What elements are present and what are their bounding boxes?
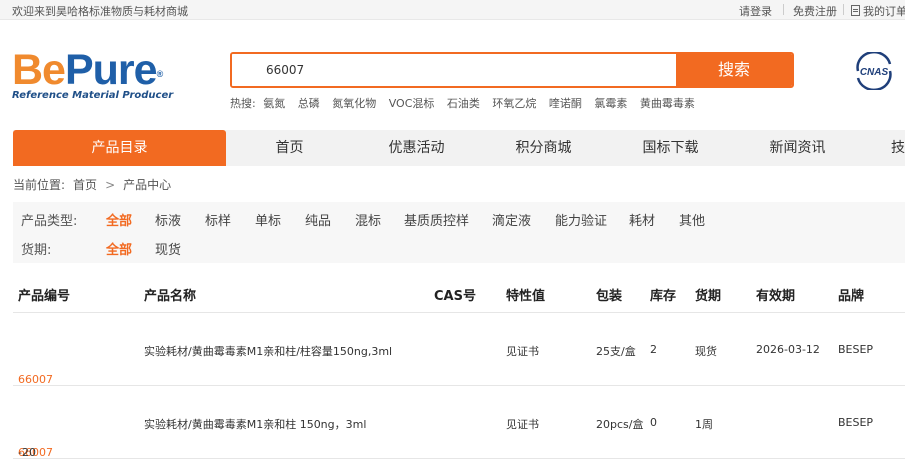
characteristic-value: 见证书 (506, 345, 539, 358)
filter-type-label: 产品类型: (21, 214, 78, 229)
lead-time: 现货 (695, 345, 717, 358)
divider (843, 4, 844, 15)
filter-type-option[interactable]: 滴定液 (492, 210, 531, 229)
filter-panel: 产品类型: 全部 标液 标样 单标 纯品 混标 基质质控样 滴定液 能力验证 耗… (13, 202, 905, 263)
breadcrumb: 当前位置: 首页 > 产品中心 (13, 176, 171, 193)
hot-term[interactable]: 氯霉素 (594, 97, 627, 110)
my-orders-link[interactable]: 我的订单 (851, 3, 905, 19)
characteristic-value: 见证书 (506, 418, 539, 431)
divider (783, 4, 784, 15)
filter-type-option[interactable]: 基质质控样 (404, 210, 469, 229)
search-bar: 搜索 (230, 52, 794, 88)
table-row[interactable]: 66007 实验耗材/黄曲霉毒素M1亲和柱/柱容量150ng,3ml 见证书 2… (13, 313, 905, 386)
table-row[interactable]: 66007 -20 实验耗材/黄曲霉毒素M1亲和柱 150ng，3ml 见证书 2… (13, 386, 905, 459)
packaging: 25支/盒 (596, 345, 636, 358)
nav-standards-download[interactable]: 国标下载 (607, 130, 734, 166)
filter-type-option[interactable]: 标样 (205, 210, 231, 229)
column-header: 品牌 (838, 289, 865, 304)
breadcrumb-home[interactable]: 首页 (73, 178, 97, 192)
nav-promotions[interactable]: 优惠活动 (353, 130, 480, 166)
hot-term[interactable]: 氨氮 (263, 97, 285, 110)
hot-label: 热搜: (230, 97, 256, 110)
nav-points-mall[interactable]: 积分商城 (480, 130, 607, 166)
filter-stock-option[interactable]: 现货 (155, 239, 181, 258)
search-input[interactable] (232, 54, 678, 86)
filter-type-option[interactable]: 混标 (355, 210, 381, 229)
filter-stock-all[interactable]: 全部 (106, 239, 132, 258)
cnas-text: CNAS (860, 67, 889, 78)
filter-type-option[interactable]: 标液 (155, 210, 181, 229)
filter-stock-label: 货期: (21, 243, 52, 258)
my-orders-label: 我的订单 (863, 5, 905, 18)
column-header: CAS号 (434, 289, 476, 304)
brand: BESEP (838, 343, 874, 356)
filter-type-option[interactable]: 其他 (679, 210, 705, 229)
column-header: 库存 (650, 289, 677, 304)
expiry-date: 2026-03-12 (756, 343, 820, 356)
breadcrumb-label: 当前位置: (13, 178, 66, 192)
brand: BESEP (838, 416, 874, 429)
column-header: 产品编号 (18, 289, 71, 304)
hot-term[interactable]: 石油类 (447, 97, 480, 110)
search-button[interactable]: 搜索 (676, 54, 792, 86)
filter-type-option[interactable]: 耗材 (629, 210, 655, 229)
product-code-suffix: -20 (18, 446, 36, 459)
hot-term[interactable]: 环氧乙烷 (492, 97, 536, 110)
nav-news[interactable]: 新闻资讯 (734, 130, 861, 166)
stock-count: 2 (650, 343, 657, 356)
logo-be: Be (12, 46, 66, 94)
cnas-badge: CNAS (852, 50, 896, 92)
filter-type-all[interactable]: 全部 (106, 210, 132, 229)
top-bar: 欢迎来到昊哈格标准物质与耗材商城 请登录 免费注册 我的订单 (0, 0, 905, 20)
product-table: 产品编号 产品名称 CAS号 特性值 包装 库存 货期 有效期 品牌 66007… (13, 275, 905, 459)
hot-term[interactable]: 喹诺酮 (549, 97, 582, 110)
main-nav: 产品目录 首页 优惠活动 积分商城 国标下载 新闻资讯 技 (13, 130, 905, 166)
column-header: 包装 (596, 289, 623, 304)
filter-type-option[interactable]: 单标 (255, 210, 281, 229)
column-header: 有效期 (756, 289, 796, 304)
hot-term[interactable]: VOC混标 (389, 97, 435, 110)
product-name[interactable]: 实验耗材/黄曲霉毒素M1亲和柱 150ng，3ml (144, 416, 366, 432)
filter-type-option[interactable]: 纯品 (305, 210, 331, 229)
nav-home[interactable]: 首页 (226, 130, 353, 166)
nav-product-catalog[interactable]: 产品目录 (13, 130, 226, 166)
column-header: 特性值 (506, 289, 546, 304)
hot-searches: 热搜: 氨氮 总磷 氮氧化物 VOC混标 石油类 环氧乙烷 喹诺酮 氯霉素 黄曲… (230, 95, 704, 111)
column-header: 货期 (695, 289, 722, 304)
product-name[interactable]: 实验耗材/黄曲霉毒素M1亲和柱/柱容量150ng,3ml (144, 343, 392, 359)
login-link[interactable]: 请登录 (739, 3, 772, 19)
logo-pure: Pure (64, 46, 158, 94)
filter-type-option[interactable]: 能力验证 (555, 210, 607, 229)
chevron-right-icon: > (105, 178, 116, 192)
table-header: 产品编号 产品名称 CAS号 特性值 包装 库存 货期 有效期 品牌 (13, 275, 905, 313)
nav-more[interactable]: 技 (861, 130, 905, 166)
document-icon (851, 5, 860, 16)
hot-term[interactable]: 氮氧化物 (332, 97, 376, 110)
product-code: 66007 (18, 373, 53, 386)
lead-time: 1周 (695, 418, 713, 431)
packaging: 20pcs/盒 (596, 418, 644, 431)
register-link[interactable]: 免费注册 (793, 3, 837, 19)
registered-mark: ® (156, 69, 164, 79)
hot-term[interactable]: 总磷 (298, 97, 320, 110)
site-logo[interactable]: BePure® Reference Material Producer (12, 49, 212, 110)
stock-count: 0 (650, 416, 657, 429)
logo-tagline: Reference Material Producer (12, 90, 174, 101)
column-header: 产品名称 (144, 289, 197, 304)
filter-row-stock: 货期: 全部 现货 (21, 239, 321, 259)
welcome-text: 欢迎来到昊哈格标准物质与耗材商城 (12, 5, 188, 18)
breadcrumb-current: 产品中心 (123, 178, 172, 192)
filter-row-type: 产品类型: 全部 标液 标样 单标 纯品 混标 基质质控样 滴定液 能力验证 耗… (21, 210, 901, 230)
hot-term[interactable]: 黄曲霉毒素 (640, 97, 695, 110)
